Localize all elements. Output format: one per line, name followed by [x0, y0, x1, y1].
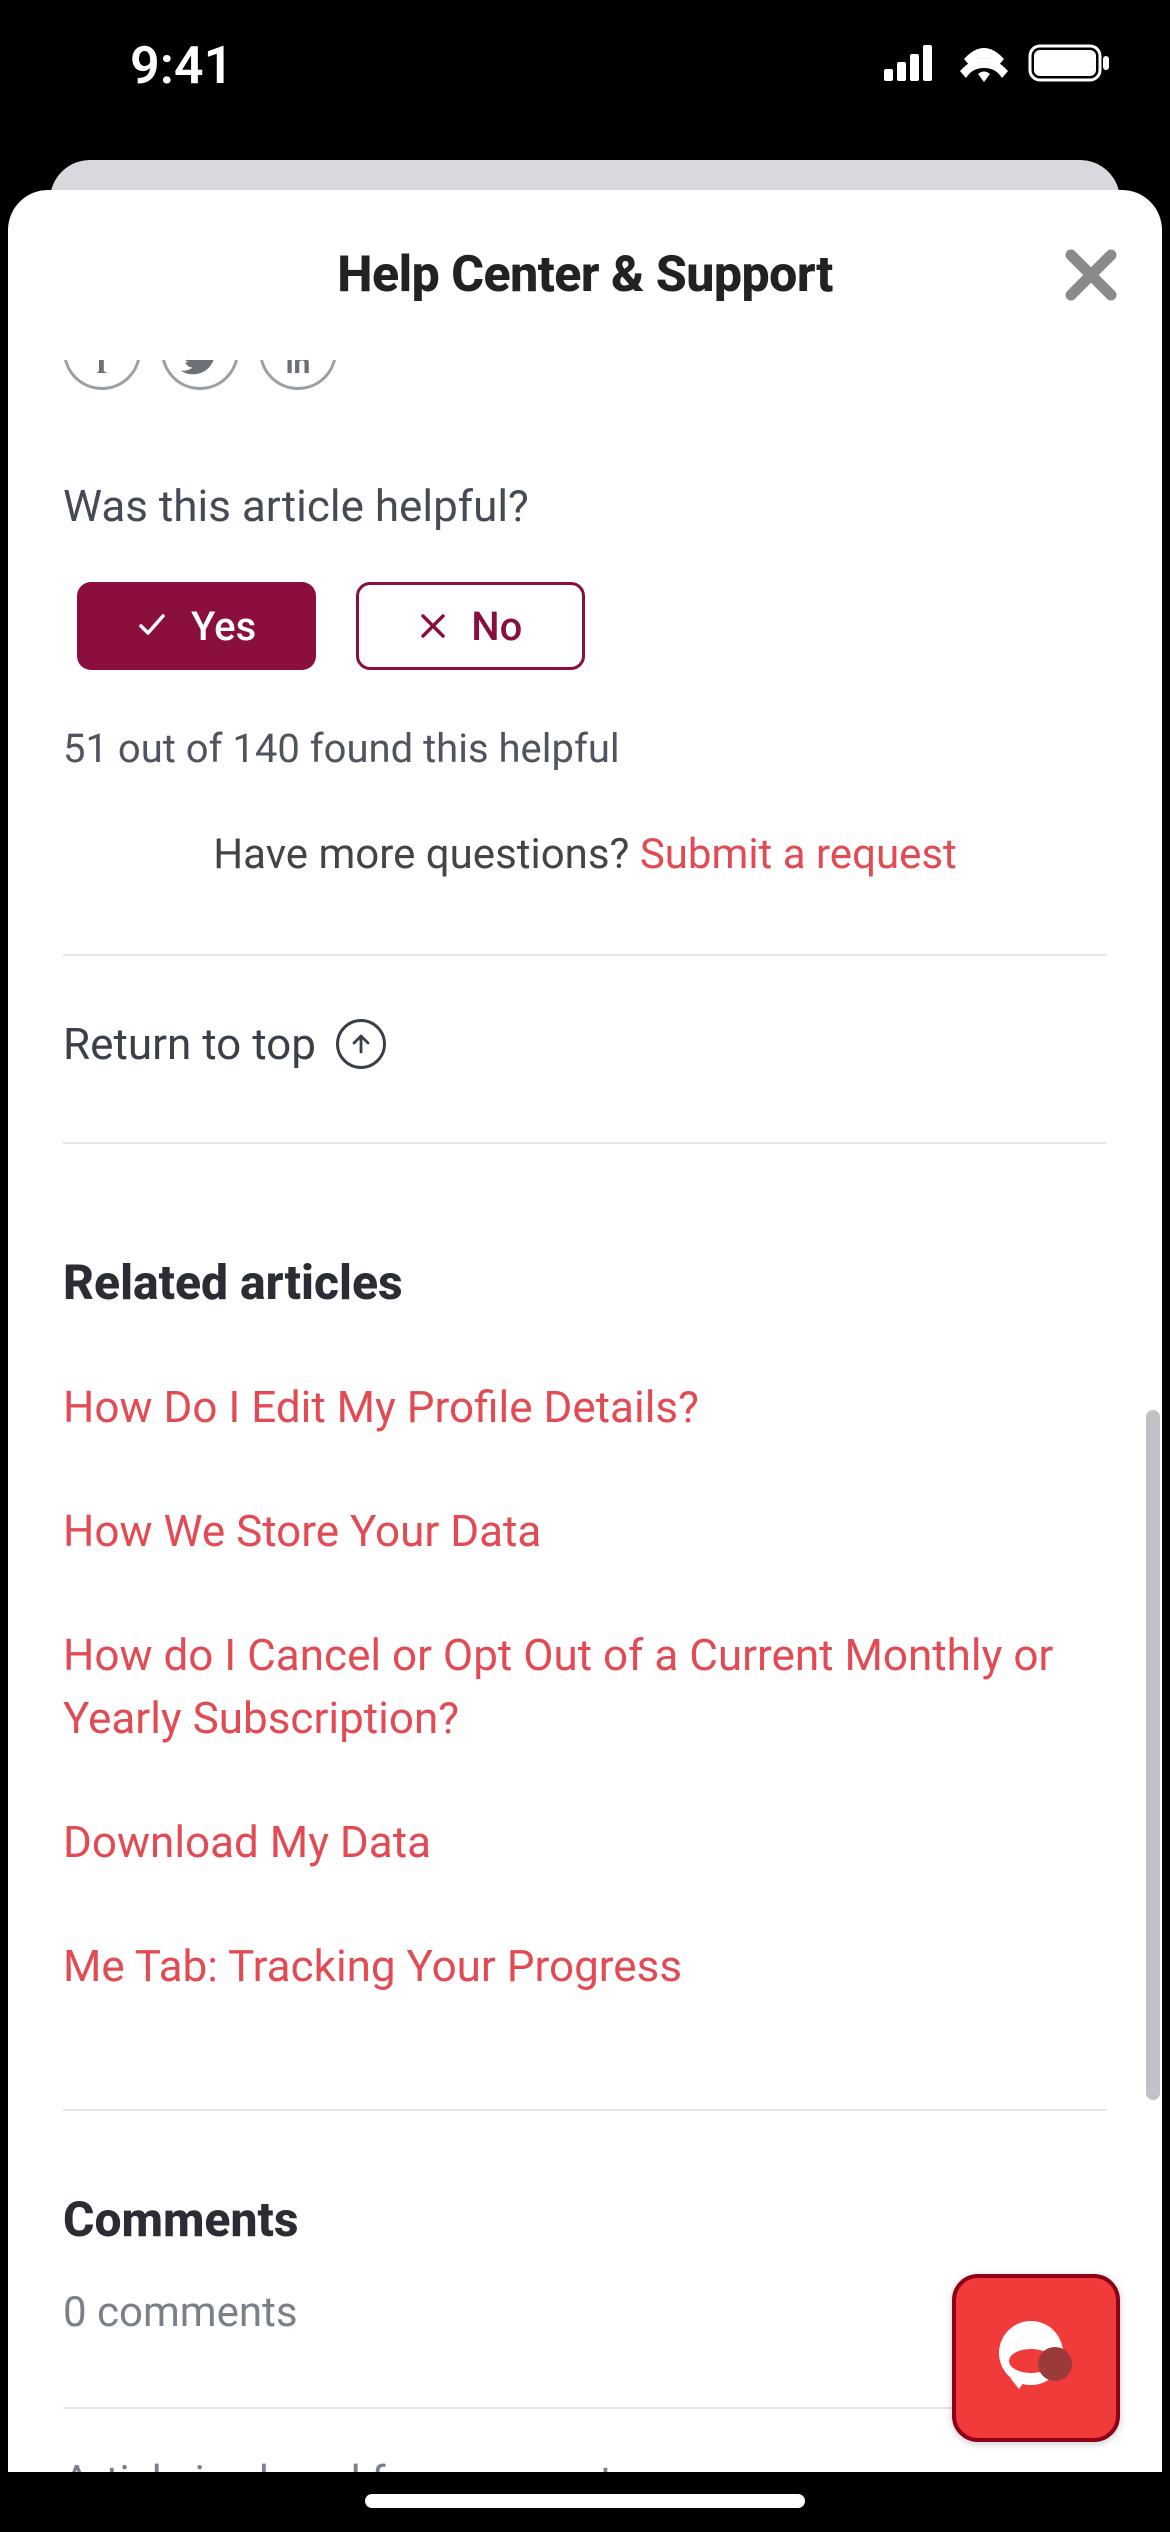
sheet-body: f in Was this article helpful? Yes	[8, 360, 1162, 2472]
status-time: 9:41	[130, 35, 233, 96]
no-label: No	[471, 603, 522, 650]
related-heading: Related articles	[63, 1254, 1107, 1311]
share-twitter[interactable]	[161, 360, 239, 390]
divider	[63, 2109, 1107, 2111]
yes-label: Yes	[191, 603, 256, 650]
related-link[interactable]: How do I Cancel or Opt Out of a Current …	[63, 1624, 1107, 1752]
helpful-question: Was this article helpful?	[63, 480, 1107, 532]
related-link[interactable]: Download My Data	[63, 1811, 1107, 1875]
scrollbar[interactable]	[1146, 1410, 1160, 2100]
close-button[interactable]	[1056, 240, 1126, 310]
divider	[63, 954, 1107, 956]
no-button[interactable]: No	[356, 582, 585, 670]
arrow-up-icon	[336, 1019, 386, 1069]
chat-button[interactable]	[952, 2274, 1120, 2442]
wifi-icon	[958, 44, 1010, 86]
share-row: f in	[63, 360, 1107, 390]
comments-heading: Comments	[63, 2191, 1107, 2248]
chat-icon	[991, 2311, 1081, 2405]
home-indicator[interactable]	[365, 2494, 805, 2508]
sheet-header: Help Center & Support	[8, 190, 1162, 360]
submit-request-link[interactable]: Submit a request	[640, 830, 957, 879]
cellular-icon	[884, 45, 940, 85]
page-title: Help Center & Support	[337, 246, 833, 304]
share-linkedin[interactable]: in	[259, 360, 337, 390]
return-to-top[interactable]: Return to top	[63, 1018, 1107, 1070]
facebook-icon: f	[96, 360, 107, 382]
status-icons	[884, 44, 1110, 86]
related-link[interactable]: How Do I Edit My Profile Details?	[63, 1376, 1107, 1440]
share-facebook[interactable]: f	[63, 360, 141, 390]
return-top-label: Return to top	[63, 1018, 316, 1070]
comments-closed: Article is closed for comments.	[63, 2457, 1107, 2472]
help-sheet: Help Center & Support f in Was this arti…	[8, 190, 1162, 2472]
x-icon	[419, 603, 447, 650]
close-icon	[1063, 247, 1119, 303]
helpful-stats: 51 out of 140 found this helpful	[63, 725, 1107, 772]
related-link[interactable]: Me Tab: Tracking Your Progress	[63, 1935, 1107, 1999]
linkedin-icon: in	[286, 360, 311, 381]
battery-icon	[1028, 44, 1110, 86]
more-questions-prefix: Have more questions?	[213, 830, 640, 879]
check-icon	[137, 603, 167, 650]
divider	[63, 2407, 1107, 2409]
status-bar: 9:41	[0, 0, 1170, 130]
related-link[interactable]: How We Store Your Data	[63, 1500, 1107, 1564]
twitter-icon	[181, 360, 219, 384]
related-list: How Do I Edit My Profile Details? How We…	[63, 1376, 1107, 1999]
yes-button[interactable]: Yes	[77, 582, 316, 670]
helpful-buttons: Yes No	[63, 582, 1107, 670]
divider	[63, 1142, 1107, 1144]
more-questions: Have more questions? Submit a request	[63, 830, 1107, 879]
comments-count: 0 comments	[63, 2288, 1107, 2337]
